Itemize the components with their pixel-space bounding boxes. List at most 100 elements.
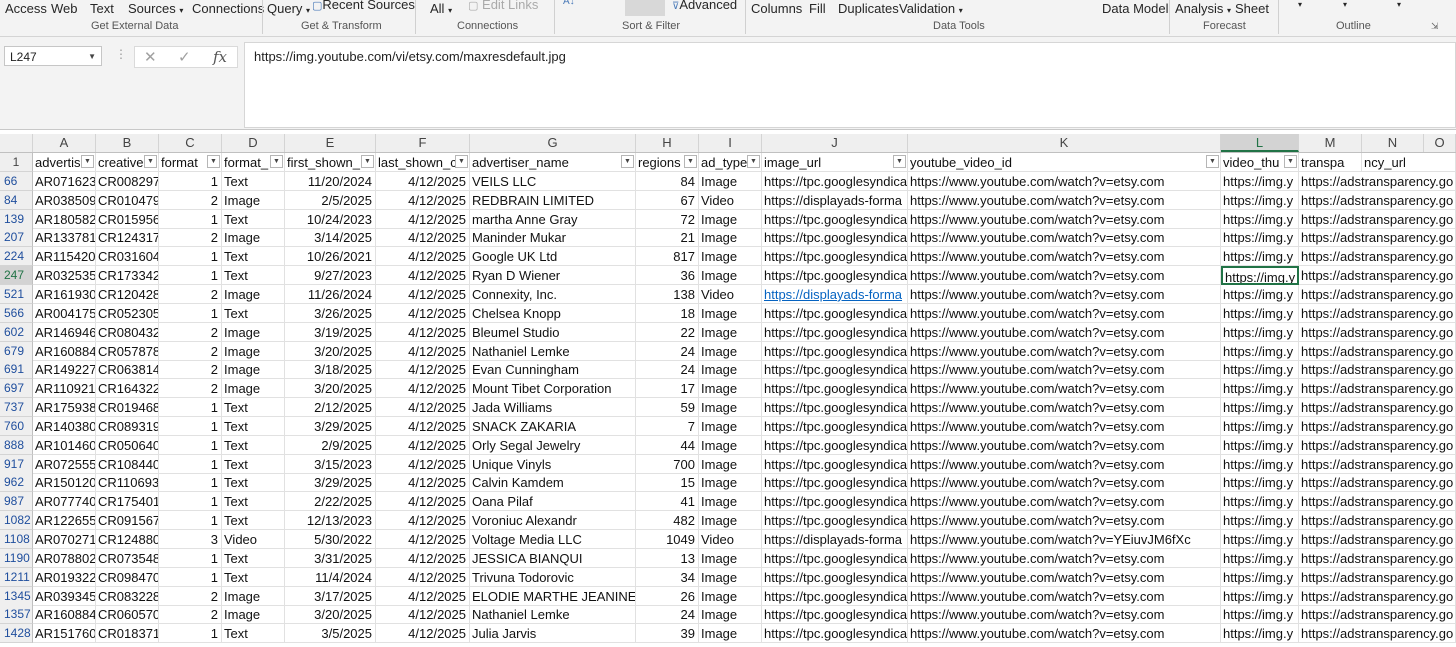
cell-d[interactable]: Text [222, 303, 285, 323]
cell-g[interactable]: Calvin Kamdem [470, 473, 636, 493]
cell-l[interactable]: https://img.y [1221, 454, 1299, 474]
filter-dropdown-icon[interactable]: ▼ [270, 155, 283, 168]
cell-f[interactable]: 4/12/2025 [376, 360, 470, 380]
column-filter-header[interactable]: ncy_url [1362, 153, 1456, 172]
cell-j[interactable]: https://tpc.googlesyndica [762, 454, 908, 474]
ribbon-query[interactable]: Query ▾ [267, 1, 310, 16]
cell-h[interactable]: 18 [636, 303, 699, 323]
cell-c[interactable]: 1 [159, 548, 222, 568]
cancel-icon[interactable]: ✕ [144, 48, 157, 66]
cell-a[interactable]: AR161930 [33, 284, 96, 304]
cell-b[interactable]: CR031604 [96, 247, 159, 267]
cell-c[interactable]: 1 [159, 473, 222, 493]
cell-e[interactable]: 9/27/2023 [285, 266, 376, 286]
cell-j[interactable]: https://tpc.googlesyndica [762, 511, 908, 531]
cell-j[interactable]: https://tpc.googlesyndica [762, 303, 908, 323]
cell-f[interactable]: 4/12/2025 [376, 548, 470, 568]
cell-m[interactable]: https://adstransparency.go [1299, 209, 1456, 229]
cell-a[interactable]: AR160884 [33, 341, 96, 361]
cell-i[interactable]: Image [699, 228, 762, 248]
cell-g[interactable]: Google UK Ltd [470, 247, 636, 267]
cell-l[interactable]: https://img.y [1221, 416, 1299, 436]
cell-f[interactable]: 4/12/2025 [376, 228, 470, 248]
cell-l[interactable]: https://img.y [1221, 303, 1299, 323]
cell-j[interactable]: https://tpc.googlesyndica [762, 322, 908, 342]
function-icon[interactable]: fx [213, 48, 227, 66]
cell-l[interactable]: https://img.y [1221, 379, 1299, 399]
column-header[interactable]: H [636, 134, 699, 152]
column-filter-header[interactable]: first_shown_ ▼ [285, 153, 376, 172]
more-options-icon[interactable]: ⋮ [115, 47, 127, 61]
cell-m[interactable]: https://adstransparency.go [1299, 228, 1456, 248]
cell-i[interactable]: Image [699, 266, 762, 286]
ribbon-recent-sources[interactable]: ▢Recent Sources [312, 0, 415, 12]
cell-i[interactable]: Image [699, 379, 762, 399]
sort-az-icon[interactable]: A↓ [563, 0, 575, 7]
ribbon-data-model[interactable]: Data Model [1102, 1, 1168, 16]
row-number[interactable]: 1190 [0, 548, 33, 568]
cell-i[interactable]: Image [699, 398, 762, 418]
ribbon-remove-duplicates[interactable]: Duplicates [838, 1, 899, 16]
cell-e[interactable]: 3/5/2025 [285, 624, 376, 644]
cell-g[interactable]: Bleumel Studio [470, 322, 636, 342]
cell-h[interactable]: 34 [636, 567, 699, 587]
cell-g[interactable]: VEILS LLC [470, 171, 636, 191]
cell-m[interactable]: https://adstransparency.go [1299, 379, 1456, 399]
cell-f[interactable]: 4/12/2025 [376, 190, 470, 210]
column-filter-header[interactable]: transpa [1299, 153, 1362, 172]
cell-b[interactable]: CR015956 [96, 209, 159, 229]
cell-i[interactable]: Video [699, 190, 762, 210]
cell-e[interactable]: 3/14/2025 [285, 228, 376, 248]
row-number[interactable]: 737 [0, 398, 33, 418]
cell-b[interactable]: CR073548 [96, 548, 159, 568]
cell-d[interactable]: Text [222, 511, 285, 531]
column-header[interactable]: G [470, 134, 636, 152]
cell-f[interactable]: 4/12/2025 [376, 624, 470, 644]
cell-a[interactable]: AR038509 [33, 190, 96, 210]
cell-k[interactable]: https://www.youtube.com/watch?v=etsy.com [908, 416, 1221, 436]
cell-h[interactable]: 15 [636, 473, 699, 493]
cell-m[interactable]: https://adstransparency.go [1299, 360, 1456, 380]
cell-e[interactable]: 3/19/2025 [285, 322, 376, 342]
cell-j[interactable]: https://tpc.googlesyndica [762, 473, 908, 493]
cell-l[interactable]: https://img.y [1221, 435, 1299, 455]
filter-dropdown-icon[interactable]: ▼ [1284, 155, 1297, 168]
cell-h[interactable]: 26 [636, 586, 699, 606]
cell-m[interactable]: https://adstransparency.go [1299, 266, 1456, 286]
cell-k[interactable]: https://www.youtube.com/watch?v=etsy.com [908, 284, 1221, 304]
cell-i[interactable]: Image [699, 511, 762, 531]
cell-l[interactable]: https://img.y [1221, 247, 1299, 267]
cell-a[interactable]: AR149227 [33, 360, 96, 380]
cell-m[interactable]: https://adstransparency.go [1299, 586, 1456, 606]
column-header[interactable]: C [159, 134, 222, 152]
cell-h[interactable]: 39 [636, 624, 699, 644]
ribbon-web[interactable]: Web [51, 1, 78, 16]
cell-b[interactable]: CR019468 [96, 398, 159, 418]
row-number[interactable]: 602 [0, 322, 33, 342]
column-filter-header[interactable]: format ▼ [159, 153, 222, 172]
cell-h[interactable]: 84 [636, 171, 699, 191]
cell-c[interactable]: 1 [159, 567, 222, 587]
cell-f[interactable]: 4/12/2025 [376, 492, 470, 512]
cell-h[interactable]: 817 [636, 247, 699, 267]
cell-m[interactable]: https://adstransparency.go [1299, 303, 1456, 323]
filter-active-icon[interactable]: ▼ [621, 155, 634, 168]
cell-f[interactable]: 4/12/2025 [376, 266, 470, 286]
cell-c[interactable]: 2 [159, 586, 222, 606]
cell-g[interactable]: Trivuna Todorovic [470, 567, 636, 587]
row-number[interactable]: 224 [0, 247, 33, 267]
cell-l[interactable]: https://img.y [1221, 209, 1299, 229]
cell-l[interactable]: https://img.y [1221, 284, 1299, 304]
ribbon-edit-links[interactable]: ▢ Edit Links [468, 0, 538, 12]
cell-k[interactable]: https://www.youtube.com/watch?v=etsy.com [908, 567, 1221, 587]
cell-d[interactable]: Text [222, 266, 285, 286]
column-header[interactable]: L [1221, 134, 1299, 152]
cell-k[interactable]: https://www.youtube.com/watch?v=etsy.com [908, 341, 1221, 361]
cell-a[interactable]: AR115420 [33, 247, 96, 267]
row-number[interactable]: 1345 [0, 586, 33, 606]
cell-j[interactable]: https://tpc.googlesyndica [762, 247, 908, 267]
cell-d[interactable]: Text [222, 209, 285, 229]
cell-i[interactable]: Image [699, 416, 762, 436]
name-box[interactable]: L247 ▼ [4, 46, 102, 66]
cell-c[interactable]: 1 [159, 247, 222, 267]
